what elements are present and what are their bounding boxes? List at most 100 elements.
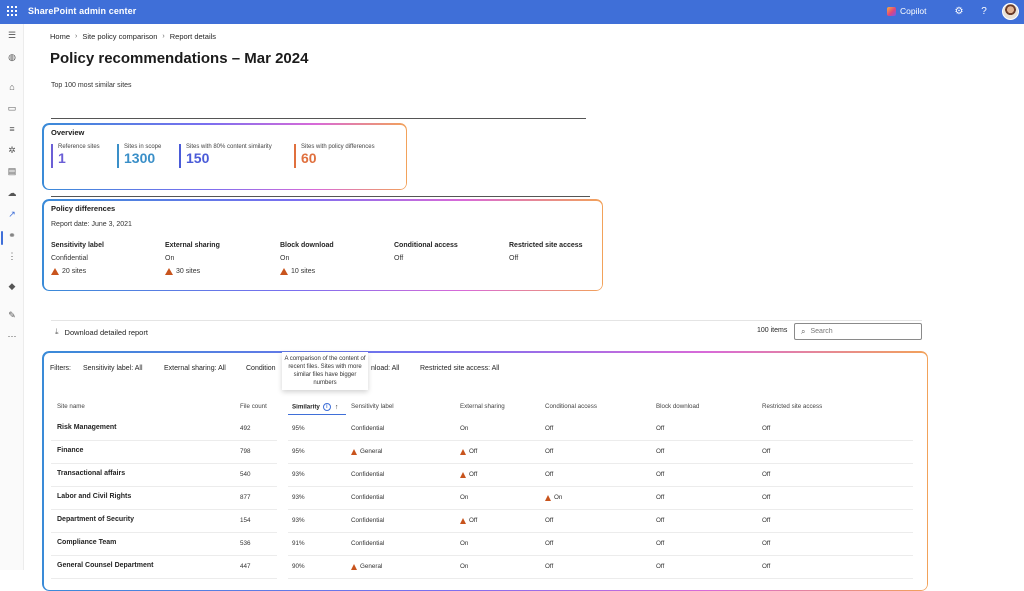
col-header-file-count[interactable]: File count xyxy=(240,403,267,410)
search-input[interactable] xyxy=(810,328,911,335)
premium-diamond-icon[interactable]: ◆ xyxy=(6,280,18,292)
divider xyxy=(51,118,586,119)
conditional-access-value-cell: Off xyxy=(545,425,553,432)
reports-icon[interactable]: ↗ xyxy=(6,208,18,220)
site-name-cell[interactable]: General Counsel Department xyxy=(57,562,153,569)
external-sharing-value-cell: On xyxy=(460,425,468,432)
block-download-value-cell: Off xyxy=(656,425,664,432)
similarity-value: 93% xyxy=(292,471,305,478)
site-name-cell[interactable]: Risk Management xyxy=(57,424,117,431)
similarity-value-cell: 95% xyxy=(292,448,305,455)
file-count: 877 xyxy=(240,494,251,501)
filter-conditional-access[interactable]: Condition xyxy=(246,365,276,372)
external-sharing-value-cell: On xyxy=(460,563,468,570)
page-title: Policy recommendations – Mar 2024 xyxy=(50,50,309,67)
advanced-icon[interactable]: ⚭ xyxy=(6,229,18,241)
site-name-cell[interactable]: Transactional affairs xyxy=(57,470,125,477)
col-header-sensitivity-label[interactable]: Sensitivity label xyxy=(351,403,394,410)
col-header-conditional-access[interactable]: Conditional access xyxy=(545,403,597,410)
similarity-value-cell: 95% xyxy=(292,425,305,432)
conditional-access-value-cell: Off xyxy=(545,563,553,570)
col-header-site-name[interactable]: Site name xyxy=(57,403,85,410)
site-name-cell[interactable]: Department of Security xyxy=(57,516,134,523)
similarity-value: 91% xyxy=(292,540,305,547)
restricted-access-value: Off xyxy=(762,471,771,478)
col-header-block-download[interactable]: Block download xyxy=(656,403,699,410)
filter-restricted-site-access[interactable]: Restricted site access: All xyxy=(420,365,499,372)
globe-icon[interactable]: ◍ xyxy=(6,51,18,63)
policy-col-sharing: External sharing On 30 sites xyxy=(165,242,220,275)
sort-ascending-icon[interactable]: ↑ xyxy=(335,404,339,411)
sensitivity-label-value-cell: General xyxy=(351,448,382,455)
site-name-cell[interactable]: Labor and Civil Rights xyxy=(57,493,131,500)
filter-block-download[interactable]: nload: All xyxy=(371,365,399,372)
hamburger-menu-icon[interactable]: ☰ xyxy=(6,29,18,41)
app-title[interactable]: SharePoint admin center xyxy=(28,6,136,16)
app-launcher-icon[interactable] xyxy=(7,6,17,16)
file-count: 798 xyxy=(240,448,251,455)
col-header-external-sharing[interactable]: External sharing xyxy=(460,403,505,410)
search-box[interactable]: ⌕ xyxy=(794,323,922,340)
policy-warning[interactable]: 20 sites xyxy=(51,268,104,275)
download-label: Download detailed report xyxy=(64,327,148,337)
filter-sensitivity-label[interactable]: Sensitivity label: All xyxy=(83,365,143,372)
external-sharing-value: Off xyxy=(469,471,478,478)
similarity-value-cell: 90% xyxy=(292,563,305,570)
policy-value: Off xyxy=(509,255,519,262)
table-row[interactable]: Transactional affairs 540 93% Confidential O… xyxy=(51,464,913,487)
site-name-cell[interactable]: Finance xyxy=(57,447,83,454)
policies-icon[interactable]: ≡ xyxy=(6,123,18,135)
table-row[interactable]: Labor and Civil Rights 877 93% Confidential… xyxy=(51,487,913,510)
breadcrumb-site-policy-comparison[interactable]: Site policy comparison xyxy=(82,32,157,41)
sensitivity-label-value: Confidential xyxy=(351,471,385,478)
edit-pencil-icon[interactable]: ✎ xyxy=(6,309,18,321)
sensitivity-label-value-cell: General xyxy=(351,563,382,570)
similarity-value: 93% xyxy=(292,517,305,524)
warning-count: 30 sites xyxy=(176,268,201,275)
policy-header: Restricted site access xyxy=(509,242,583,249)
warning-icon xyxy=(460,471,466,478)
filter-external-sharing[interactable]: External sharing: All xyxy=(164,365,226,372)
block-download-value: Off xyxy=(656,494,665,501)
copilot-button[interactable]: Copilot xyxy=(887,6,926,16)
info-icon[interactable]: i xyxy=(322,403,331,411)
breadcrumb-home[interactable]: Home xyxy=(50,32,70,41)
file-count-cell: 536 xyxy=(240,540,251,547)
overview-card: Overview Reference sites 1 Sites in scop… xyxy=(42,123,407,190)
sensitivity-label-value-cell: Confidential xyxy=(351,494,384,501)
table-row[interactable]: General Counsel Department 447 90% General O… xyxy=(51,556,913,579)
help-icon[interactable]: ? xyxy=(977,5,991,19)
warning-icon xyxy=(351,448,357,455)
avatar[interactable] xyxy=(1002,3,1019,20)
col-header-similarity[interactable]: Similarity i ↑ xyxy=(292,403,338,411)
settings-gear-icon[interactable]: ⚙ xyxy=(952,5,966,19)
table-row[interactable]: Department of Security 154 93% Confidential… xyxy=(51,510,913,533)
warning-icon xyxy=(165,268,173,275)
restricted-access-value-cell: Off xyxy=(762,517,770,524)
more-horizontal-icon[interactable]: ⋯ xyxy=(6,330,18,342)
more-vertical-icon[interactable]: ⋮ xyxy=(6,250,18,262)
migration-icon[interactable]: ☁ xyxy=(6,187,18,199)
settings-icon[interactable]: ✲ xyxy=(6,144,18,156)
stat-content-similarity: Sites with 80% content similarity 150 xyxy=(179,144,272,168)
warning-icon xyxy=(280,268,288,275)
file-count-cell: 492 xyxy=(240,425,251,432)
copilot-icon xyxy=(887,6,896,16)
block-download-value: Off xyxy=(656,471,665,478)
home-icon[interactable]: ⌂ xyxy=(6,81,18,93)
sites-icon[interactable]: ▭ xyxy=(6,102,18,114)
file-count-cell: 154 xyxy=(240,517,251,524)
file-count-cell: 798 xyxy=(240,448,251,455)
table-row[interactable]: Risk Management 492 95% Confidential On Off Of… xyxy=(51,418,913,441)
block-download-value-cell: Off xyxy=(656,563,664,570)
policy-warning[interactable]: 10 sites xyxy=(280,268,334,275)
table-row[interactable]: Finance 798 95% General Off Off Off Off xyxy=(51,441,913,464)
site-name-cell[interactable]: Compliance Team xyxy=(57,539,116,546)
content-services-icon[interactable]: ▤ xyxy=(6,165,18,177)
table-row[interactable]: Compliance Team 536 91% Confidential On Off Of… xyxy=(51,533,913,556)
download-report-button[interactable]: ⤓ Download detailed report xyxy=(55,327,148,337)
breadcrumb-report-details: Report details xyxy=(169,32,217,41)
similarity-tooltip: A comparison of the content of recent fi… xyxy=(282,352,368,390)
policy-warning[interactable]: 30 sites xyxy=(165,268,220,275)
col-header-restricted-site-access[interactable]: Restricted site access xyxy=(762,403,822,410)
